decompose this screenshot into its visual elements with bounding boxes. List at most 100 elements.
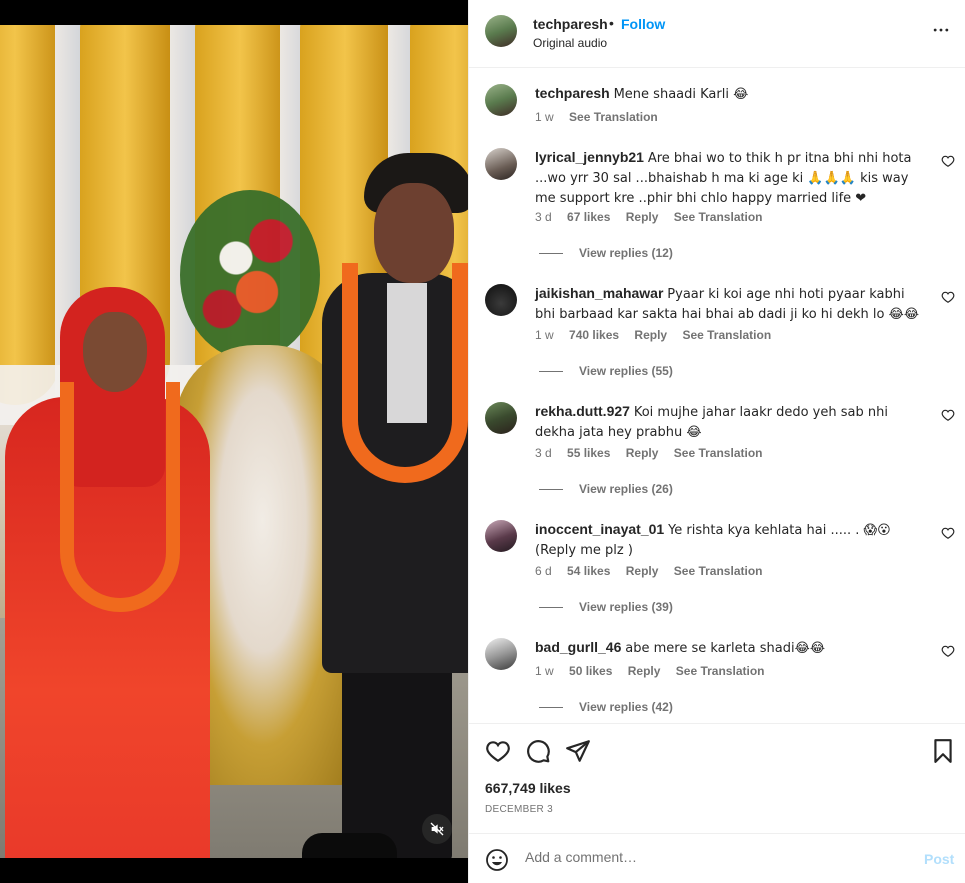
share-paper-plane-icon[interactable] — [565, 738, 591, 764]
add-comment-bar: Post — [469, 833, 965, 883]
emoji-smiley-icon[interactable] — [485, 848, 509, 872]
mute-button[interactable] — [422, 814, 452, 844]
reply-button[interactable]: Reply — [634, 328, 667, 342]
see-translation-button[interactable]: See Translation — [674, 210, 763, 224]
view-replies-label[interactable]: View replies (12) — [579, 246, 673, 260]
comment-text-row: jaikishan_mahawar Pyaar ki koi age nhi h… — [535, 284, 925, 324]
comment-meta: 6 d 54 likes Reply See Translation — [535, 564, 774, 578]
view-replies-button[interactable]: View replies (39) — [539, 600, 673, 614]
comment-username[interactable]: bad_gurll_46 — [535, 639, 621, 655]
separator-dot: • — [609, 15, 614, 31]
view-replies-button[interactable]: View replies (55) — [539, 364, 673, 378]
reply-button[interactable]: Reply — [626, 210, 659, 224]
see-translation-button[interactable]: See Translation — [682, 328, 771, 342]
post-username[interactable]: techparesh — [533, 16, 608, 32]
like-comment-heart-icon[interactable] — [941, 408, 955, 422]
audio-label[interactable]: Original audio — [533, 36, 607, 50]
caption: techparesh Mene shaadi Karli 😂 1 w See T… — [485, 84, 965, 132]
comment-likes[interactable]: 55 likes — [567, 446, 610, 460]
view-replies-label[interactable]: View replies (39) — [579, 600, 673, 614]
avatar[interactable] — [485, 15, 517, 47]
comment-meta: 3 d 55 likes Reply See Translation — [535, 446, 774, 460]
reply-button[interactable]: Reply — [626, 446, 659, 460]
comment-time[interactable]: 6 d — [535, 564, 552, 578]
follow-button[interactable]: Follow — [621, 16, 665, 32]
post-comment-button[interactable]: Post — [924, 851, 954, 867]
woman-garland — [60, 382, 180, 612]
view-replies-label[interactable]: View replies (26) — [579, 482, 673, 496]
avatar[interactable] — [485, 284, 517, 316]
comment-username[interactable]: rekha.dutt.927 — [535, 403, 630, 419]
replies-line — [539, 607, 563, 609]
like-heart-icon[interactable] — [485, 738, 511, 764]
video-frame[interactable] — [0, 25, 468, 858]
replies-line — [539, 371, 563, 373]
comment-text-row: bad_gurll_46 abe mere se karleta shadi😂😂 — [535, 638, 925, 658]
see-translation-button[interactable]: See Translation — [569, 110, 658, 124]
view-replies-button[interactable]: View replies (42) — [539, 700, 673, 714]
caption-text: Mene shaadi Karli 😂 — [613, 87, 749, 102]
comment-likes[interactable]: 54 likes — [567, 564, 610, 578]
avatar[interactable] — [485, 148, 517, 180]
reply-button[interactable]: Reply — [626, 564, 659, 578]
like-comment-heart-icon[interactable] — [941, 644, 955, 658]
comment-item: lyrical_jennyb21 Are bhai wo to thik h p… — [485, 148, 965, 266]
comment-item: jaikishan_mahawar Pyaar ki koi age nhi h… — [485, 284, 965, 384]
comment-time[interactable]: 3 d — [535, 446, 552, 460]
see-translation-button[interactable]: See Translation — [674, 564, 763, 578]
like-comment-heart-icon[interactable] — [941, 290, 955, 304]
caption-meta: 1 w See Translation — [535, 110, 670, 124]
comment-meta: 1 w 740 likes Reply See Translation — [535, 328, 783, 342]
replies-line — [539, 253, 563, 255]
view-replies-label[interactable]: View replies (55) — [579, 364, 673, 378]
caption-time[interactable]: 1 w — [535, 110, 554, 124]
woman-face — [83, 312, 147, 392]
comments-list[interactable]: techparesh Mene shaadi Karli 😂 1 w See T… — [469, 68, 965, 723]
view-replies-button[interactable]: View replies (26) — [539, 482, 673, 496]
caption-text-row: techparesh Mene shaadi Karli 😂 — [535, 84, 925, 104]
comment-meta: 1 w 50 likes Reply See Translation — [535, 664, 776, 678]
view-replies-button[interactable]: View replies (12) — [539, 246, 673, 260]
comment-text-row: inoccent_inayat_01 Ye rishta kya kehlata… — [535, 520, 925, 560]
more-options-icon[interactable] — [931, 20, 951, 40]
comment-bubble-icon[interactable] — [525, 738, 551, 764]
caption-username[interactable]: techparesh — [535, 85, 610, 101]
post-media[interactable] — [0, 0, 468, 883]
comment-item: inoccent_inayat_01 Ye rishta kya kehlata… — [485, 520, 965, 620]
avatar[interactable] — [485, 638, 517, 670]
comment-time[interactable]: 3 d — [535, 210, 552, 224]
reply-button[interactable]: Reply — [628, 664, 661, 678]
comment-item: rekha.dutt.927 Koi mujhe jahar laakr ded… — [485, 402, 965, 502]
see-translation-button[interactable]: See Translation — [676, 664, 765, 678]
likes-count[interactable]: 667,749 likes — [485, 780, 571, 796]
comment-likes[interactable]: 67 likes — [567, 210, 610, 224]
comment-text: abe mere se karleta shadi😂😂 — [625, 641, 826, 656]
comment-meta: 3 d 67 likes Reply See Translation — [535, 210, 774, 224]
see-translation-button[interactable]: See Translation — [674, 446, 763, 460]
speaker-muted-icon — [430, 822, 444, 836]
comment-username[interactable]: jaikishan_mahawar — [535, 285, 663, 301]
comment-item: bad_gurll_46 abe mere se karleta shadi😂😂… — [485, 638, 965, 720]
comment-username[interactable]: inoccent_inayat_01 — [535, 521, 664, 537]
post-panel: techparesh • Follow Original audio techp… — [468, 0, 965, 883]
man-face — [374, 183, 454, 283]
avatar[interactable] — [485, 402, 517, 434]
replies-line — [539, 707, 563, 709]
comment-likes[interactable]: 50 likes — [569, 664, 612, 678]
comment-likes[interactable]: 740 likes — [569, 328, 619, 342]
person-man-in-suit — [302, 153, 468, 858]
post-actions: 667,749 likes DECEMBER 3 — [469, 723, 965, 833]
post-date[interactable]: DECEMBER 3 — [485, 804, 553, 815]
comment-text-row: lyrical_jennyb21 Are bhai wo to thik h p… — [535, 148, 925, 208]
avatar[interactable] — [485, 520, 517, 552]
like-comment-heart-icon[interactable] — [941, 526, 955, 540]
comment-username[interactable]: lyrical_jennyb21 — [535, 149, 644, 165]
comment-time[interactable]: 1 w — [535, 664, 554, 678]
add-comment-input[interactable] — [525, 849, 905, 865]
avatar[interactable] — [485, 84, 517, 116]
like-comment-heart-icon[interactable] — [941, 154, 955, 168]
post-header: techparesh • Follow Original audio — [469, 0, 965, 68]
comment-time[interactable]: 1 w — [535, 328, 554, 342]
view-replies-label[interactable]: View replies (42) — [579, 700, 673, 714]
bookmark-save-icon[interactable] — [930, 738, 956, 764]
